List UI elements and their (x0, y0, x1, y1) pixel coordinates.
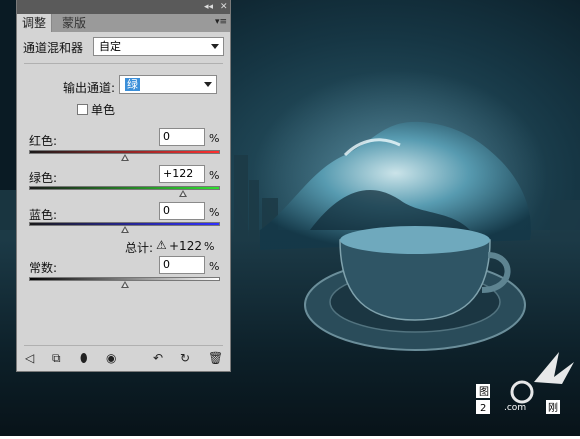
watermark-logo: 图 2 .com 刚 (474, 352, 580, 436)
collapse-icon[interactable]: ◂◂ (204, 1, 213, 13)
total-unit: % (204, 240, 215, 253)
red-slider-thumb[interactable] (120, 154, 129, 161)
panel-bottom-toolbar: ◁ ⧉ ⬮ ◉ ↶ ↻ 🗑 (17, 346, 230, 371)
trash-icon[interactable]: 🗑 (208, 352, 223, 364)
panel-tabs: 调整 蒙版 ▾≡ (17, 14, 230, 32)
red-value-input[interactable]: 0 (159, 128, 205, 146)
output-channel-dropdown[interactable]: 绿 (119, 75, 217, 94)
blue-value-input[interactable]: 0 (159, 202, 205, 220)
adjustments-panel: ◂◂ ✕ 调整 蒙版 ▾≡ 通道混和器 自定 输出通道: 绿 单色 红色: 0 … (16, 0, 231, 372)
clip-layer-icon[interactable]: ⬮ (80, 352, 88, 364)
chevron-down-icon (204, 82, 212, 87)
panel-title-strip: ◂◂ ✕ (17, 0, 230, 14)
total-label: 总计: (125, 241, 154, 255)
preset-value: 自定 (99, 40, 121, 53)
watermark-site: .com (504, 403, 526, 413)
constant-label: 常数: (29, 261, 58, 275)
output-channel-label: 输出通道: (63, 81, 116, 95)
watermark-char3: 刚 (548, 402, 558, 414)
watermark-char2: 2 (480, 403, 486, 414)
watermark-char1: 图 (479, 386, 489, 398)
blue-label: 蓝色: (29, 208, 58, 222)
constant-slider-thumb[interactable] (120, 281, 129, 288)
green-unit: % (209, 169, 220, 182)
eye-visibility-icon[interactable]: ◉ (106, 352, 116, 364)
warning-icon: ⚠ (156, 238, 167, 252)
blue-unit: % (209, 206, 220, 219)
teacup-on-saucer (304, 226, 526, 351)
divider (24, 63, 223, 64)
monochrome-checkbox[interactable] (77, 104, 88, 115)
constant-unit: % (209, 260, 220, 273)
reset-icon[interactable]: ↶ (153, 352, 163, 364)
red-unit: % (209, 132, 220, 145)
expand-view-icon[interactable]: ⧉ (52, 352, 61, 364)
green-slider-thumb[interactable] (178, 190, 187, 197)
output-channel-value: 绿 (125, 78, 140, 91)
tab-adjustments[interactable]: 调整 (17, 14, 53, 32)
tab-masks[interactable]: 蒙版 (57, 14, 91, 32)
preset-dropdown[interactable]: 自定 (93, 37, 224, 56)
back-arrow-icon[interactable]: ◁ (25, 352, 34, 364)
total-value: +122 (169, 239, 202, 253)
panel-menu-icon[interactable]: ▾≡ (215, 17, 227, 27)
monochrome-label: 单色 (91, 103, 116, 117)
green-slider-track[interactable] (29, 186, 220, 190)
constant-value-input[interactable]: 0 (159, 256, 205, 274)
close-icon[interactable]: ✕ (220, 1, 228, 13)
red-label: 红色: (29, 134, 58, 148)
green-value-input[interactable]: +122 (159, 165, 205, 183)
blue-slider-thumb[interactable] (120, 226, 129, 233)
refresh-icon[interactable]: ↻ (180, 352, 190, 364)
green-label: 绿色: (29, 171, 58, 185)
chevron-down-icon (211, 44, 219, 49)
mixer-label: 通道混和器 (23, 41, 84, 55)
